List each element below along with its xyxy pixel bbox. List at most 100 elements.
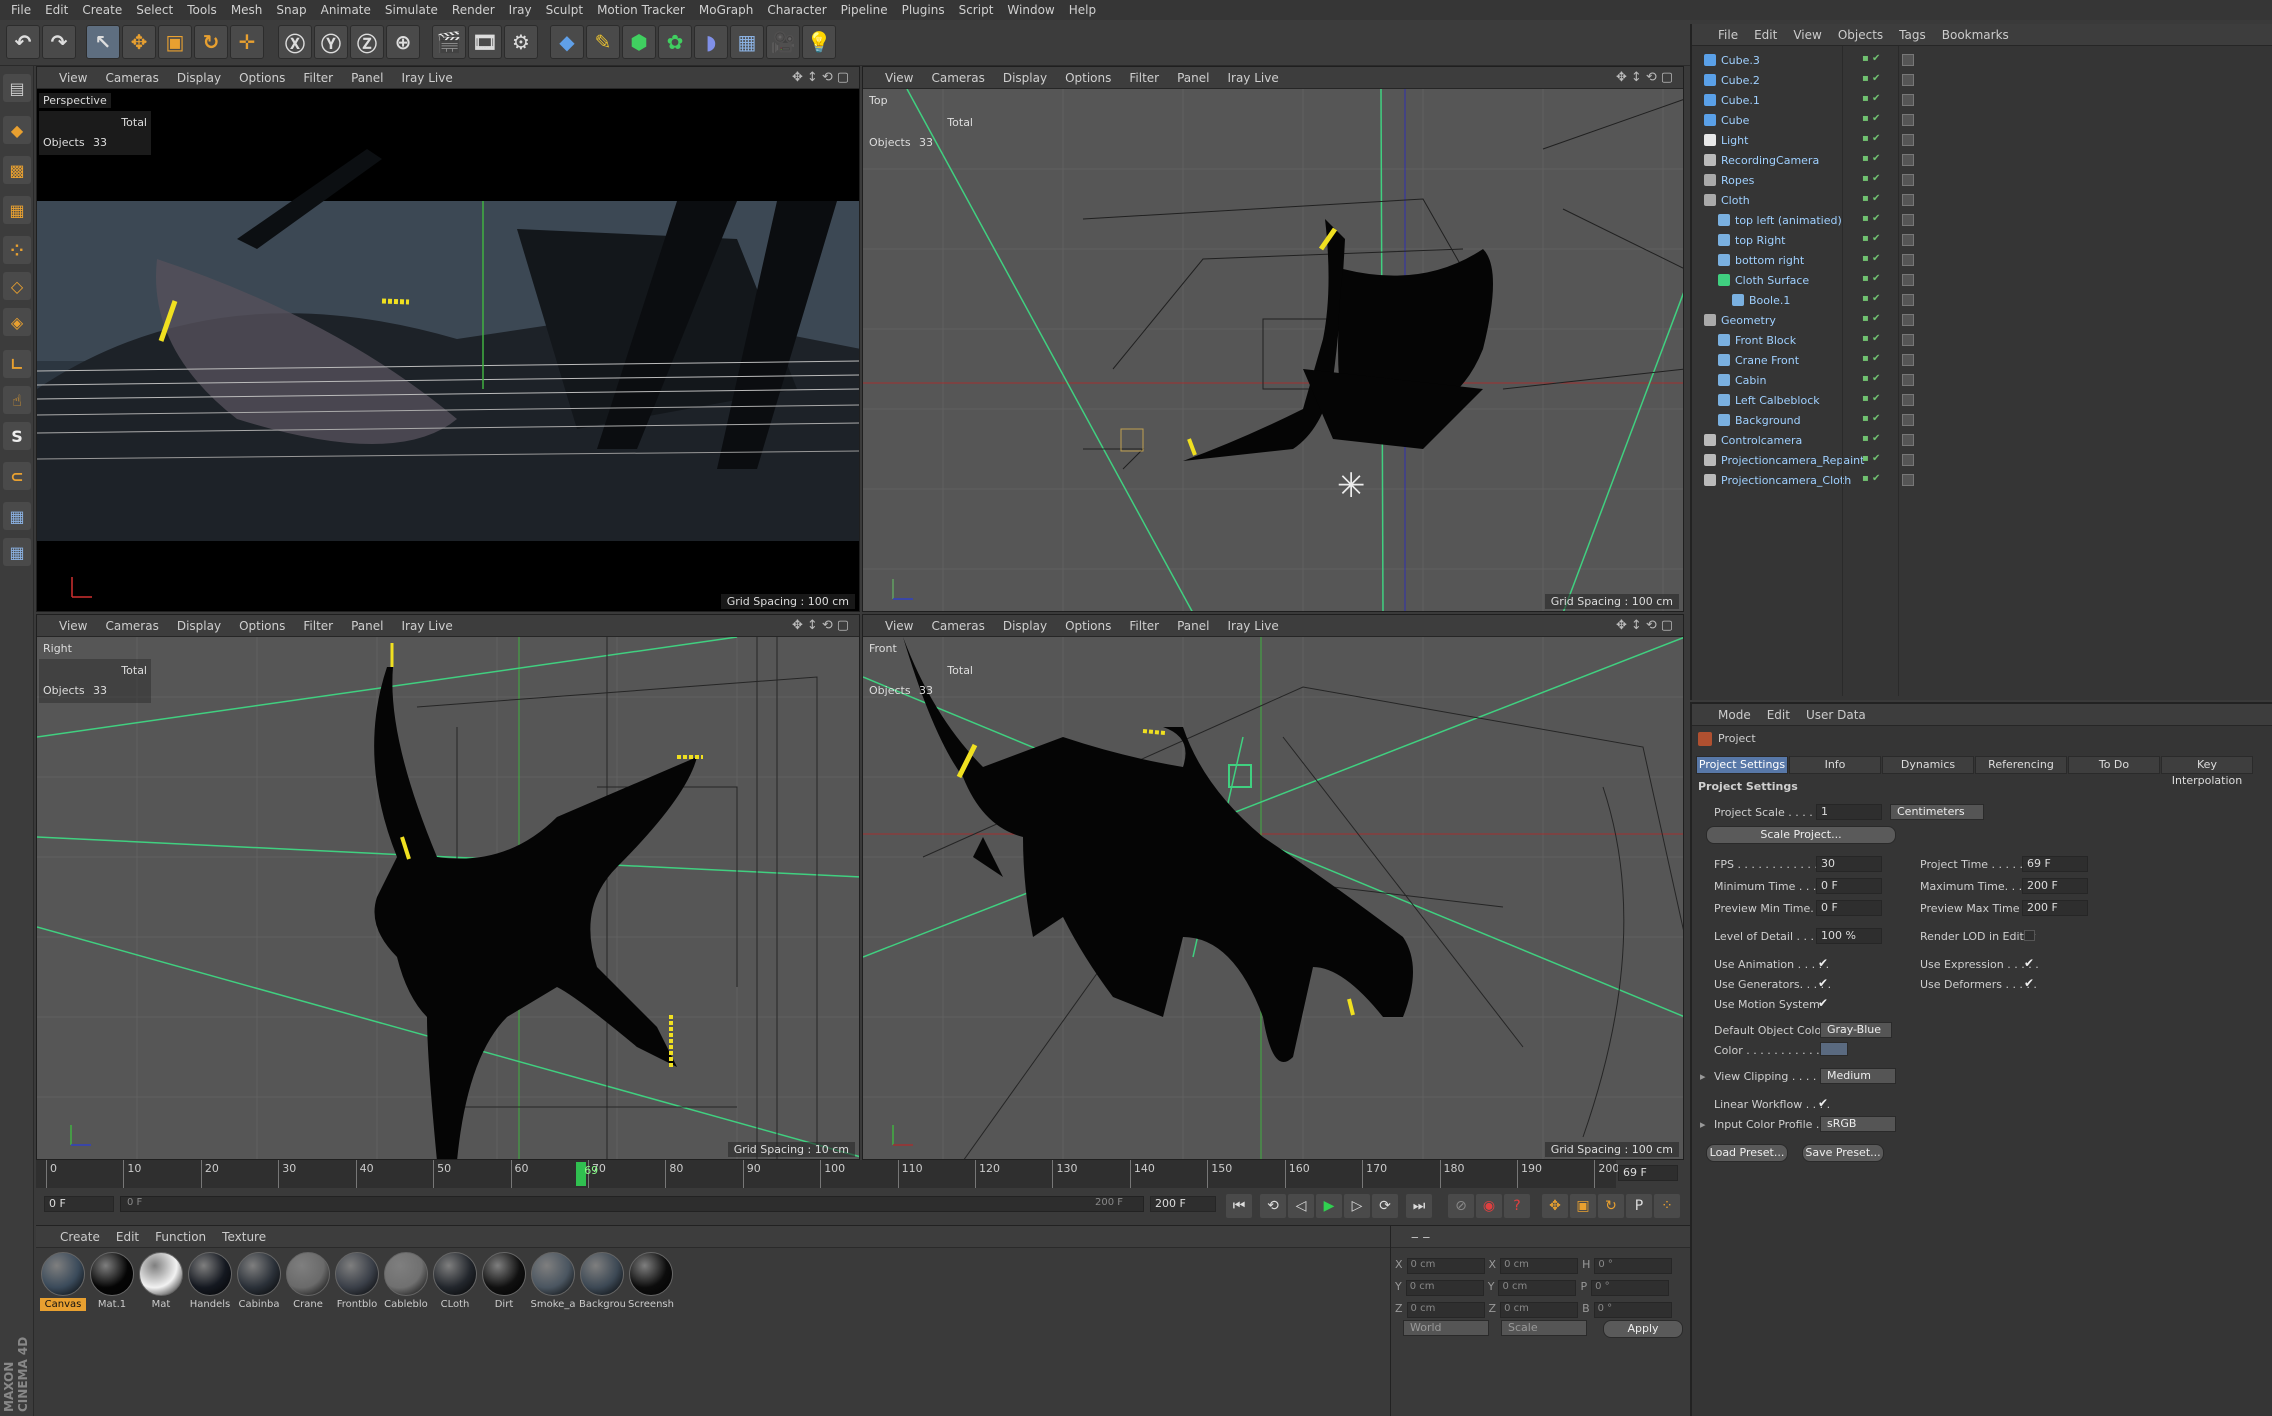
go-to-start-icon[interactable]: ⏮ bbox=[1226, 1194, 1252, 1218]
end-frame-field[interactable]: 200 F bbox=[1150, 1196, 1216, 1212]
viewport-front[interactable]: View Cameras Display Options Filter Panel Iray… bbox=[862, 614, 1684, 1160]
viewport-nav-icons[interactable]: ✥↕⟲▢ bbox=[1616, 618, 1677, 633]
use-generators-checkbox[interactable]: ✔ bbox=[1818, 976, 1828, 990]
redo-icon[interactable]: ↷ bbox=[42, 25, 76, 59]
viewport-menu-iray-live[interactable]: Iray Live bbox=[401, 619, 452, 633]
object-row[interactable]: Front Block ▪ ✔ bbox=[1692, 330, 2272, 350]
key-scale-icon[interactable]: ▣ bbox=[1570, 1194, 1596, 1218]
render-lod-checkbox[interactable] bbox=[2024, 930, 2035, 941]
preview-min-field[interactable]: 0 F bbox=[1816, 900, 1882, 916]
material-swatch[interactable]: Mat bbox=[138, 1252, 184, 1311]
floor-icon[interactable]: ▦ bbox=[730, 25, 764, 59]
play-icon[interactable]: ▶ bbox=[1316, 1194, 1342, 1218]
object-tag-icon[interactable] bbox=[1902, 294, 1914, 306]
object-tag-icon[interactable] bbox=[1902, 154, 1914, 166]
object-tag-icon[interactable] bbox=[1902, 254, 1914, 266]
render-view-icon[interactable]: 🎬 bbox=[432, 25, 466, 59]
start-frame-field[interactable]: 0 F bbox=[44, 1196, 114, 1212]
visibility-toggle-icon[interactable]: ▪ ✔ bbox=[1862, 73, 1880, 84]
object-tag-icon[interactable] bbox=[1902, 194, 1914, 206]
visibility-toggle-icon[interactable]: ▪ ✔ bbox=[1862, 353, 1880, 364]
viewport-menu-iray-live[interactable]: Iray Live bbox=[1227, 619, 1278, 633]
menu-script[interactable]: Script bbox=[952, 3, 1001, 17]
visibility-toggle-icon[interactable]: ▪ ✔ bbox=[1862, 113, 1880, 124]
linear-workflow-checkbox[interactable]: ✔ bbox=[1818, 1096, 1828, 1110]
viewport-menu-panel[interactable]: Panel bbox=[1177, 71, 1209, 85]
object-tag-icon[interactable] bbox=[1902, 394, 1914, 406]
visibility-toggle-icon[interactable]: ▪ ✔ bbox=[1862, 313, 1880, 324]
visibility-toggle-icon[interactable]: ▪ ✔ bbox=[1862, 293, 1880, 304]
attribute-menu-mode[interactable]: Mode bbox=[1718, 708, 1751, 722]
visibility-toggle-icon[interactable]: ▪ ✔ bbox=[1862, 453, 1880, 464]
object-tag-icon[interactable] bbox=[1902, 94, 1914, 106]
viewport-nav-icons[interactable]: ✥↕⟲▢ bbox=[1616, 70, 1677, 85]
material-swatch[interactable]: Frontblo bbox=[334, 1252, 380, 1311]
object-row[interactable]: Background ▪ ✔ bbox=[1692, 410, 2272, 430]
viewport-right[interactable]: View Cameras Display Options Filter Panel Iray… bbox=[36, 614, 860, 1160]
maximum-time-field[interactable]: 200 F bbox=[2022, 878, 2088, 894]
use-animation-checkbox[interactable]: ✔ bbox=[1818, 956, 1828, 970]
menu-edit[interactable]: Edit bbox=[38, 3, 75, 17]
current-frame-field[interactable]: 69 F bbox=[1618, 1165, 1678, 1181]
material-menu-edit[interactable]: Edit bbox=[116, 1230, 139, 1244]
visibility-toggle-icon[interactable]: ▪ ✔ bbox=[1862, 213, 1880, 224]
coord-field[interactable]: 0 ° bbox=[1593, 1302, 1672, 1318]
object-menu-objects[interactable]: Objects bbox=[1838, 28, 1883, 42]
object-row[interactable]: Boole.1 ▪ ✔ bbox=[1692, 290, 2272, 310]
material-swatch[interactable]: Dirt bbox=[481, 1252, 527, 1311]
viewport-menu-cameras[interactable]: Cameras bbox=[931, 619, 984, 633]
menu-tools[interactable]: Tools bbox=[180, 3, 224, 17]
record-icon[interactable]: ⊘ bbox=[1448, 1194, 1474, 1218]
scale-project-button[interactable]: Scale Project... bbox=[1706, 826, 1896, 844]
material-swatch[interactable]: Crane bbox=[285, 1252, 331, 1311]
next-frame-icon[interactable]: ▷ bbox=[1344, 1194, 1370, 1218]
model-mode-icon[interactable]: ◆ bbox=[3, 116, 31, 144]
visibility-toggle-icon[interactable]: ▪ ✔ bbox=[1862, 273, 1880, 284]
material-swatch[interactable]: CLoth bbox=[432, 1252, 478, 1311]
previous-frame-icon[interactable]: ◁ bbox=[1288, 1194, 1314, 1218]
polygons-mode-icon[interactable]: ◈ bbox=[3, 308, 31, 336]
menu-character[interactable]: Character bbox=[760, 3, 833, 17]
material-swatch[interactable]: Screensh bbox=[628, 1252, 674, 1311]
view-clipping-dropdown[interactable]: Medium bbox=[1820, 1068, 1896, 1084]
object-tag-icon[interactable] bbox=[1902, 374, 1914, 386]
attribute-menu-edit[interactable]: Edit bbox=[1767, 708, 1790, 722]
menu-select[interactable]: Select bbox=[129, 3, 180, 17]
object-row[interactable]: Ropes ▪ ✔ bbox=[1692, 170, 2272, 190]
workplane-icon[interactable]: ▦ bbox=[3, 196, 31, 224]
visibility-toggle-icon[interactable]: ▪ ✔ bbox=[1862, 173, 1880, 184]
viewport-menu-filter[interactable]: Filter bbox=[1129, 619, 1159, 633]
visibility-toggle-icon[interactable]: ▪ ✔ bbox=[1862, 473, 1880, 484]
object-row[interactable]: bottom right ▪ ✔ bbox=[1692, 250, 2272, 270]
menu-iray[interactable]: Iray bbox=[502, 3, 539, 17]
make-editable-icon[interactable]: ▤ bbox=[3, 74, 31, 102]
default-object-color-dropdown[interactable]: Gray-Blue bbox=[1820, 1022, 1892, 1038]
spline-pen-icon[interactable]: ✎ bbox=[586, 25, 620, 59]
nurbs-icon[interactable]: ⬢ bbox=[622, 25, 656, 59]
menu-sculpt[interactable]: Sculpt bbox=[539, 3, 590, 17]
visibility-toggle-icon[interactable]: ▪ ✔ bbox=[1862, 193, 1880, 204]
go-to-end-icon[interactable]: ⏭ bbox=[1406, 1194, 1432, 1218]
menu-help[interactable]: Help bbox=[1062, 3, 1103, 17]
x-axis-icon[interactable]: Ⓧ bbox=[278, 25, 312, 59]
object-tag-icon[interactable] bbox=[1902, 334, 1914, 346]
snap-icon[interactable]: S bbox=[3, 422, 31, 450]
object-tag-icon[interactable] bbox=[1902, 74, 1914, 86]
object-tag-icon[interactable] bbox=[1902, 454, 1914, 466]
object-tag-icon[interactable] bbox=[1902, 274, 1914, 286]
object-row[interactable]: Projectioncamera_Repaint ▪ ✔ bbox=[1692, 450, 2272, 470]
tab-referencing[interactable]: Referencing bbox=[1975, 756, 2067, 774]
use-deformers-checkbox[interactable]: ✔ bbox=[2024, 976, 2034, 990]
object-tag-icon[interactable] bbox=[1902, 54, 1914, 66]
planar-workplane-icon[interactable]: ▦ bbox=[3, 538, 31, 566]
use-motion-system-checkbox[interactable]: ✔ bbox=[1818, 996, 1828, 1010]
project-time-field[interactable]: 69 F bbox=[2022, 856, 2088, 872]
project-scale-field[interactable]: 1 bbox=[1816, 804, 1882, 820]
object-row[interactable]: Cube.1 ▪ ✔ bbox=[1692, 90, 2272, 110]
z-axis-icon[interactable]: Ⓩ bbox=[350, 25, 384, 59]
autokey-icon[interactable]: ◉ bbox=[1476, 1194, 1502, 1218]
save-preset-button[interactable]: Save Preset... bbox=[1802, 1144, 1884, 1162]
object-row[interactable]: Geometry ▪ ✔ bbox=[1692, 310, 2272, 330]
camera-icon[interactable]: 🎥 bbox=[766, 25, 800, 59]
coord-scale-dropdown[interactable]: Scale bbox=[1501, 1320, 1587, 1336]
